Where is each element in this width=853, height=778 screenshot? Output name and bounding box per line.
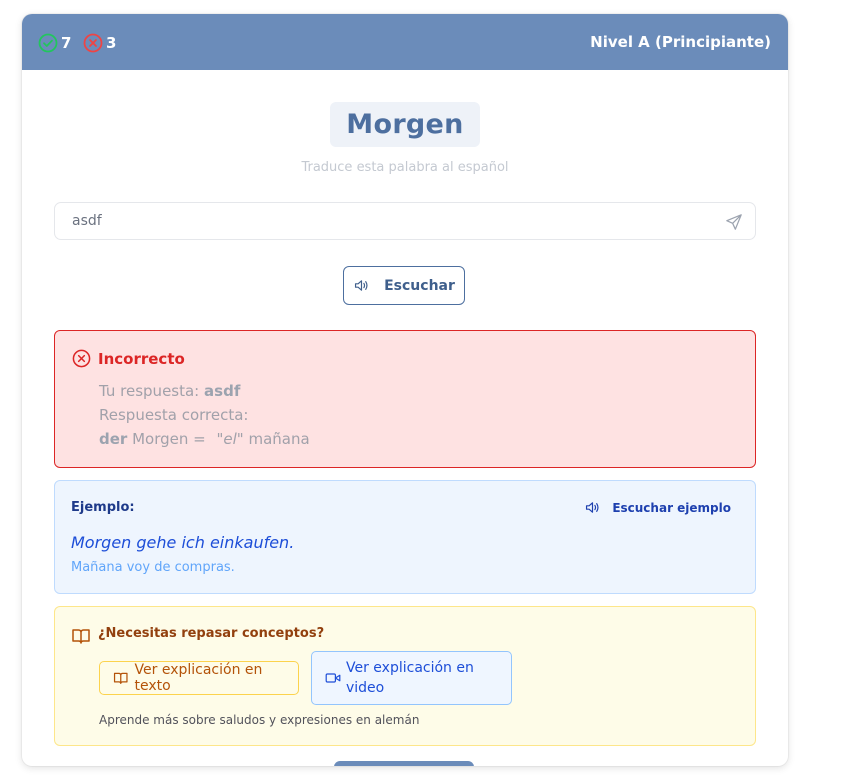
- review-note: Aprende más sobre saludos y expresiones …: [99, 713, 420, 727]
- answer-field: [54, 202, 756, 240]
- correct-translation: mañana: [248, 430, 310, 448]
- listen-example-button[interactable]: Escuchar ejemplo: [584, 499, 731, 516]
- x-circle-icon: [83, 33, 103, 53]
- video-explanation-button[interactable]: Ver explicación en video: [311, 651, 512, 705]
- answer-input[interactable]: [70, 212, 694, 230]
- speaker-icon: [355, 280, 368, 291]
- your-answer-value: asdf: [204, 382, 241, 400]
- word-wrapper: Morgen: [22, 102, 788, 147]
- correct-noun: Morgen =: [132, 430, 206, 448]
- example-title: Ejemplo:: [71, 500, 135, 515]
- correct-score: 7: [38, 33, 71, 53]
- book-icon: [113, 672, 128, 685]
- video-icon: [325, 673, 341, 683]
- wrong-score: 3: [83, 33, 116, 53]
- x-circle-icon: [72, 349, 91, 368]
- feedback-panel: Incorrecto Tu respuesta: asdf Respuesta …: [54, 330, 756, 468]
- example-translation: Mañana voy de compras.: [71, 560, 235, 575]
- listen-button-label: Escuchar: [384, 277, 455, 294]
- listen-example-label: Escuchar ejemplo: [612, 500, 731, 515]
- correct-article: der: [99, 430, 128, 448]
- quiz-header: 7 3 Nivel A (Principiante): [22, 14, 788, 70]
- review-panel: ¿Necesitas repasar conceptos? Ver explic…: [54, 606, 756, 746]
- send-icon[interactable]: [725, 213, 743, 231]
- correct-answer-label: Respuesta correcta:: [99, 406, 249, 424]
- listen-button[interactable]: Escuchar: [343, 266, 465, 305]
- instruction-text: Traduce esta palabra al español: [301, 160, 509, 175]
- quiz-card: 7 3 Nivel A (Principiante) Morgen Traduc…: [22, 14, 788, 766]
- example-sentence: Morgen gehe ich einkaufen.: [71, 533, 295, 552]
- your-answer-label: Tu respuesta:: [99, 382, 200, 400]
- next-button[interactable]: [334, 761, 474, 766]
- article-translation: "el": [216, 430, 244, 448]
- correct-count: 7: [61, 34, 72, 52]
- wrong-count: 3: [106, 34, 117, 52]
- feedback-title: Incorrecto: [98, 350, 185, 368]
- review-title: ¿Necesitas repasar conceptos?: [98, 626, 325, 641]
- level-label: Nivel A (Principiante): [590, 33, 771, 51]
- text-explanation-button[interactable]: Ver explicación en texto: [99, 661, 299, 695]
- example-panel: Ejemplo: Escuchar ejemplo Morgen gehe ic…: [54, 480, 756, 594]
- speaker-icon: [586, 502, 599, 513]
- book-icon: [72, 629, 90, 644]
- text-explanation-label: Ver explicación en texto: [134, 662, 263, 694]
- check-circle-icon: [38, 33, 58, 53]
- your-answer-line: Tu respuesta: asdf: [99, 382, 240, 400]
- correct-answer-line: der Morgen = "el" mañana: [99, 430, 310, 448]
- video-explanation-label: Ver explicación en video: [346, 660, 474, 696]
- target-word: Morgen: [330, 102, 480, 147]
